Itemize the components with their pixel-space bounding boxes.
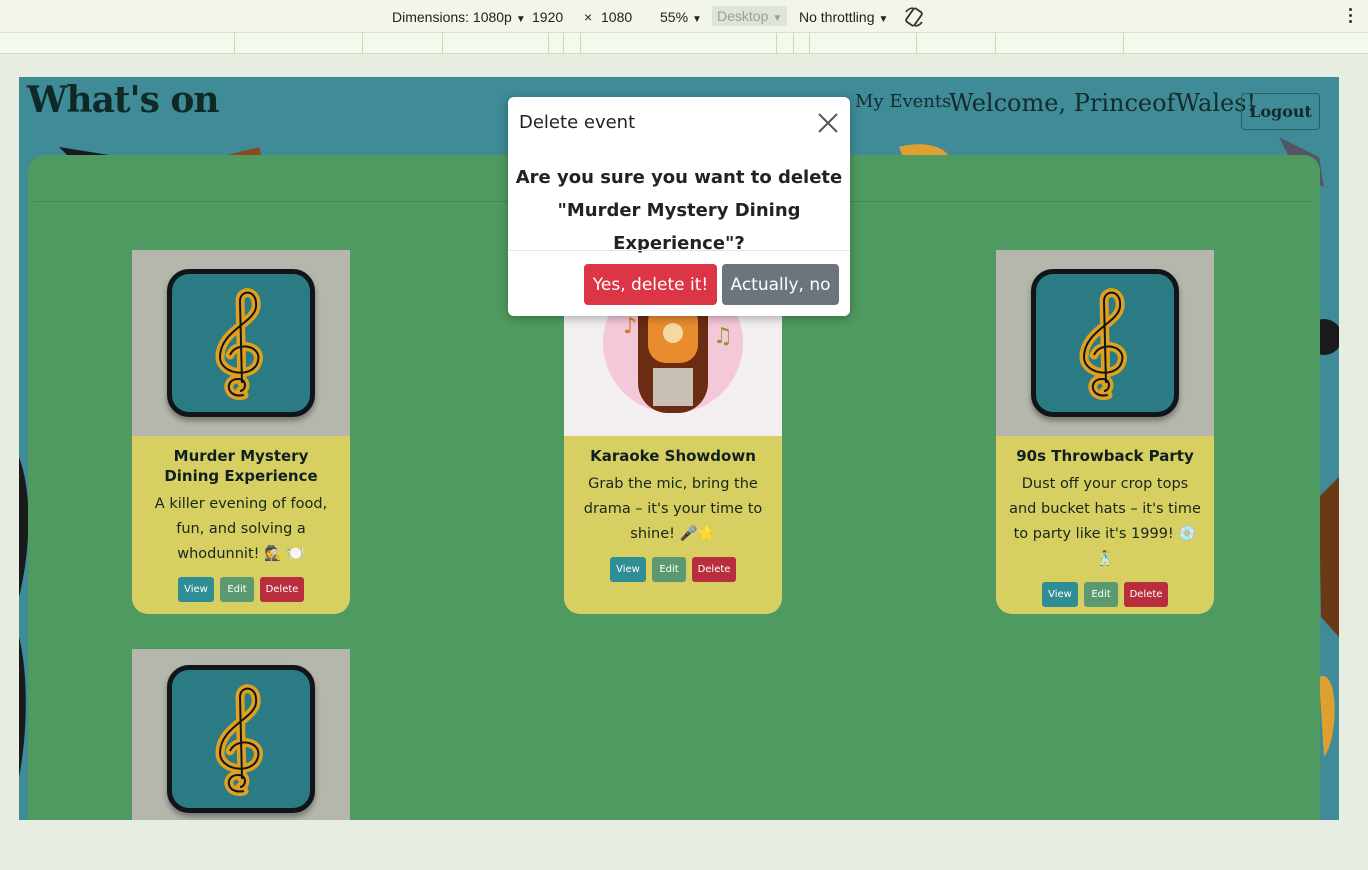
modal-title: Delete event bbox=[519, 112, 636, 133]
more-options-icon[interactable] bbox=[1344, 7, 1356, 25]
devtools-device-toolbar: Dimensions: 1080p ▼ 1920 × 1080 55% ▼ Desk… bbox=[0, 0, 1368, 33]
width-input[interactable]: 1920 bbox=[532, 9, 563, 25]
modal-body: Are you sure you want to delete "Murder … bbox=[508, 161, 850, 260]
zoom-dropdown[interactable]: 55% ▼ bbox=[660, 9, 702, 25]
throttling-dropdown[interactable]: No throttling ▼ bbox=[799, 9, 888, 25]
modal-footer: Yes, delete it! Actually, no bbox=[508, 250, 850, 316]
confirm-delete-button[interactable]: Yes, delete it! bbox=[584, 264, 717, 305]
height-input[interactable]: 1080 bbox=[601, 9, 632, 25]
dimension-separator: × bbox=[584, 9, 593, 25]
close-icon[interactable] bbox=[816, 111, 840, 135]
rotate-icon[interactable] bbox=[903, 6, 925, 28]
media-query-ruler bbox=[0, 33, 1368, 54]
modal-header: Delete event bbox=[508, 97, 850, 151]
dimensions-dropdown[interactable]: Dimensions: 1080p ▼ bbox=[392, 9, 526, 25]
delete-event-modal: Delete event Are you sure you want to de… bbox=[508, 97, 850, 316]
device-type-dropdown[interactable]: Desktop ▼ bbox=[712, 6, 788, 26]
cancel-button[interactable]: Actually, no bbox=[722, 264, 839, 305]
modal-question: Are you sure you want to delete bbox=[515, 167, 843, 188]
